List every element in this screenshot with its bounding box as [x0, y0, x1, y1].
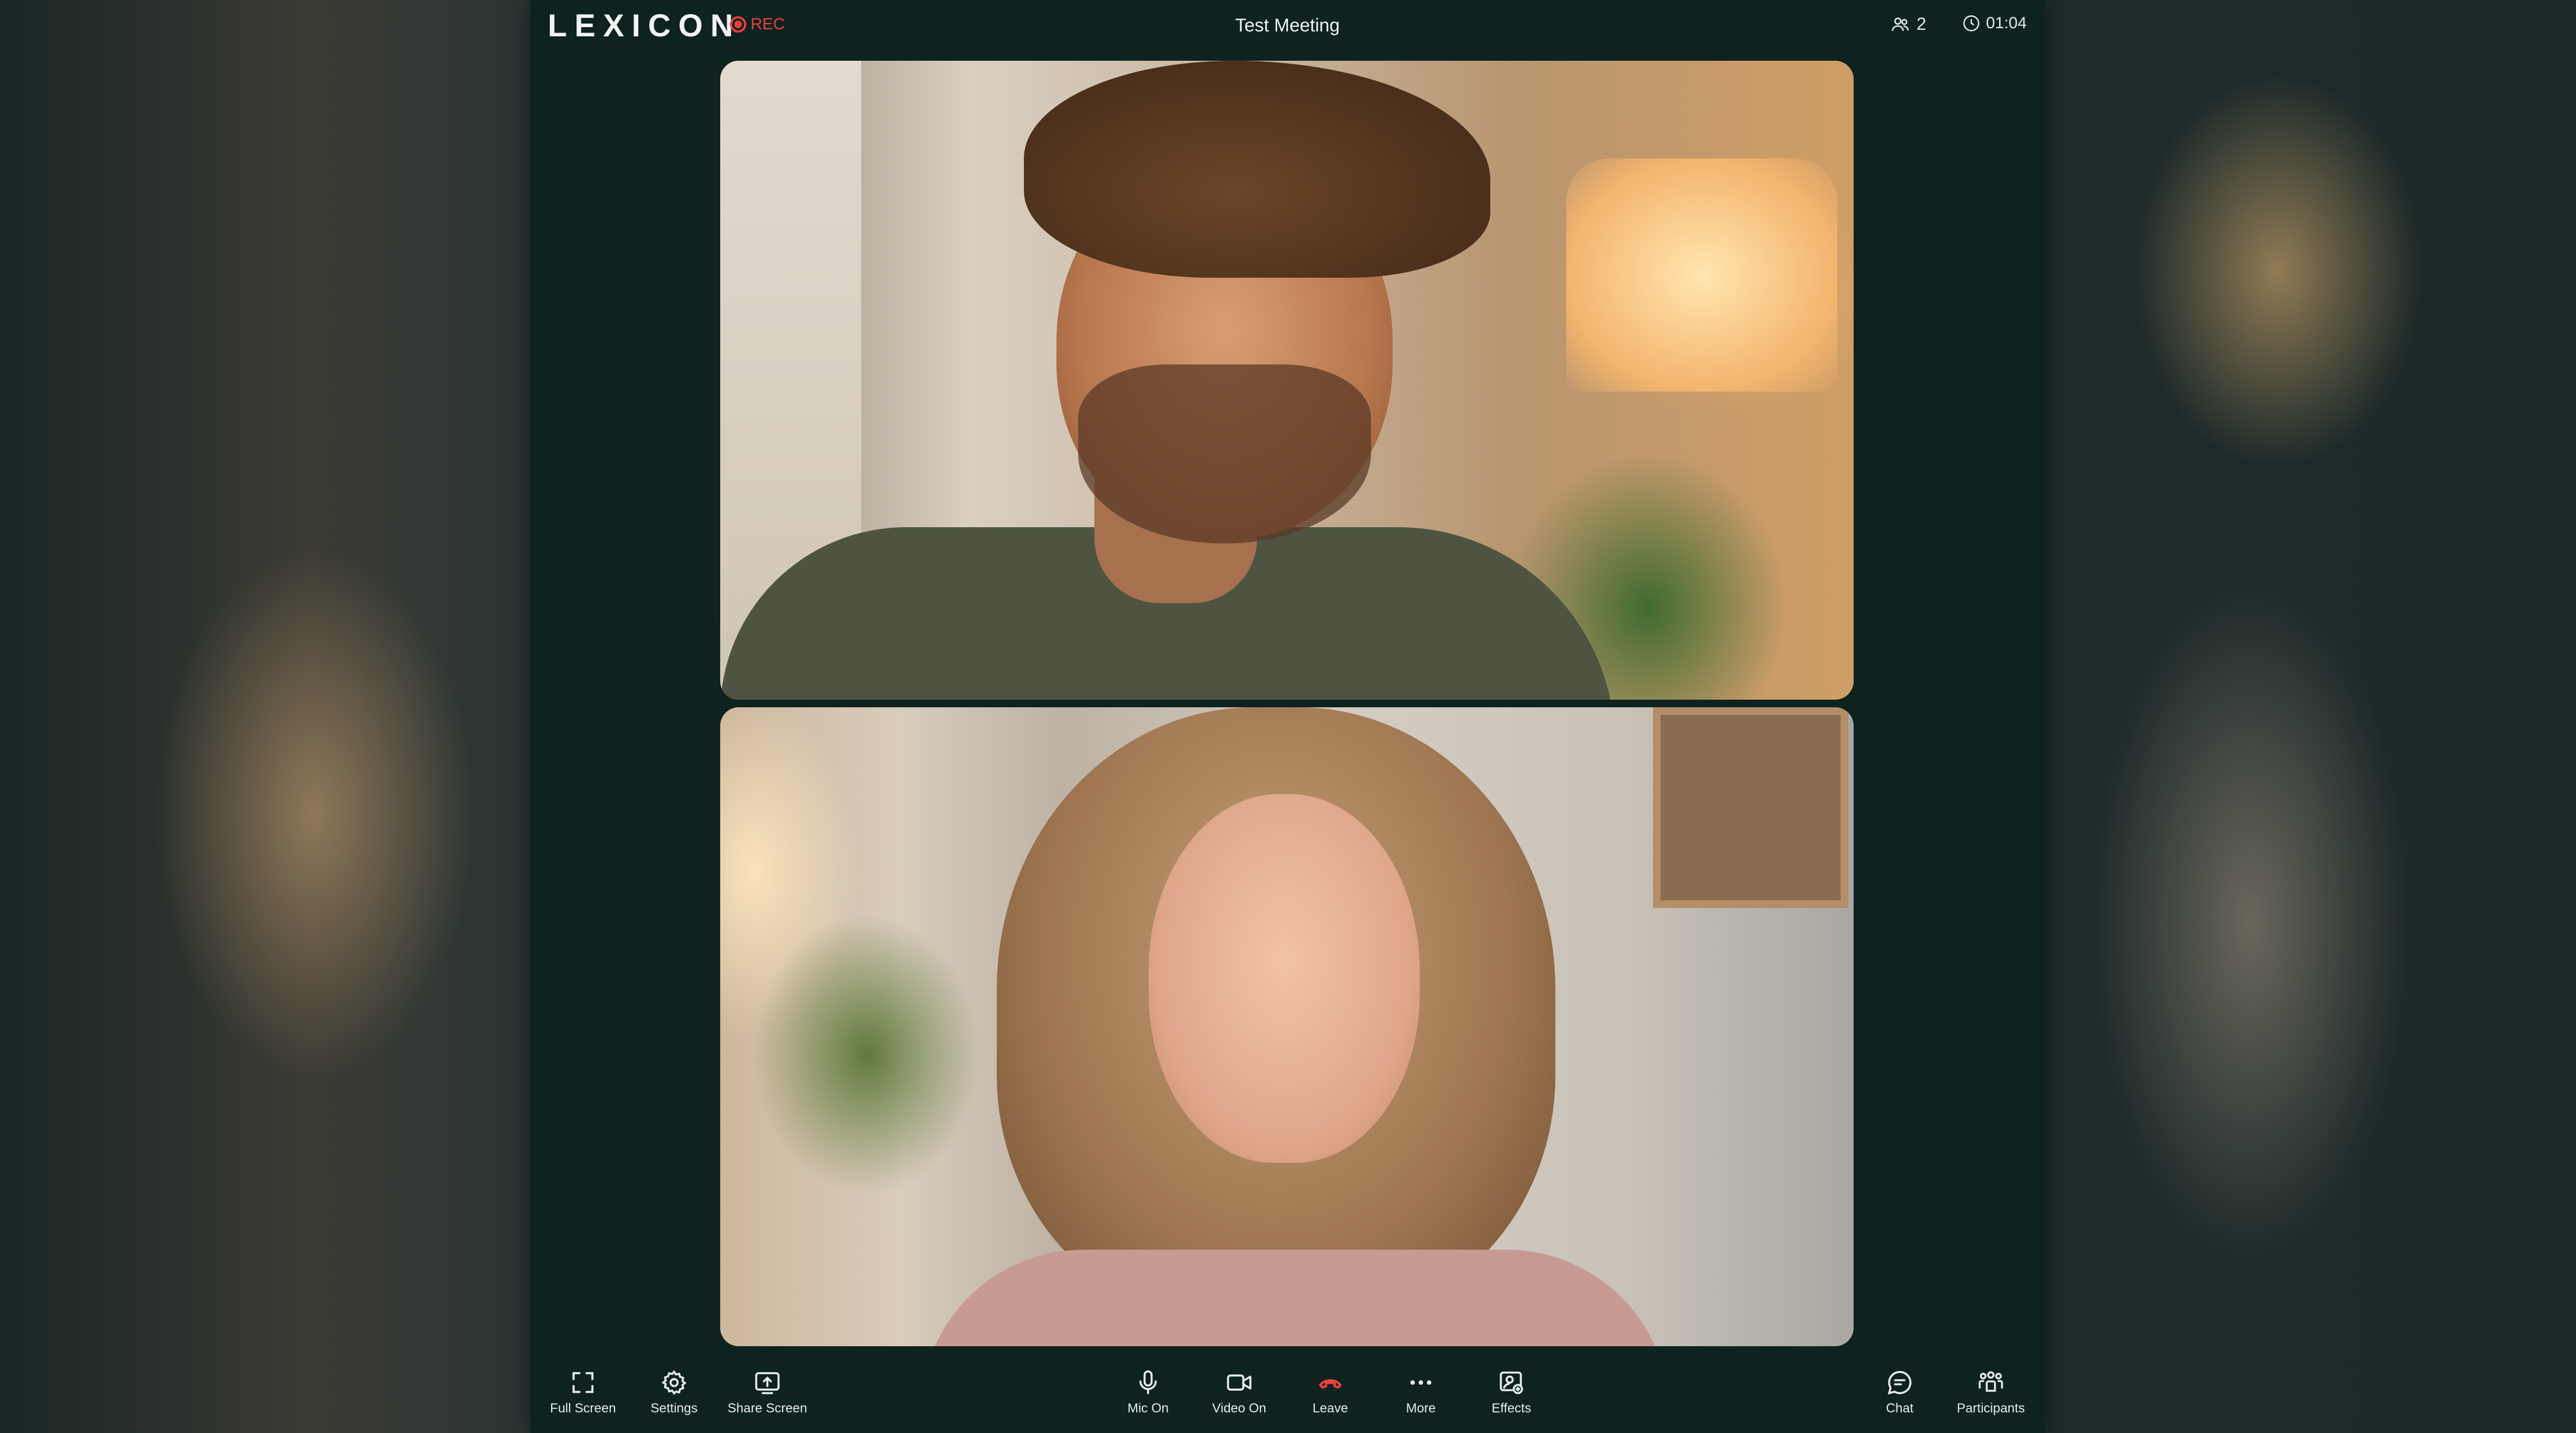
more-button[interactable]: More — [1375, 1368, 1467, 1416]
full-screen-label: Full Screen — [550, 1401, 616, 1416]
participants-button[interactable]: Participants — [1945, 1368, 2037, 1416]
mic-label: Mic On — [1127, 1401, 1169, 1416]
mic-button[interactable]: Mic On — [1102, 1368, 1194, 1416]
participant-video-1[interactable] — [720, 61, 1854, 700]
top-bar: LEXICON REC Test Meeting 2 01:04 — [530, 0, 2045, 52]
picture-frame-backdrop — [1653, 707, 1848, 908]
full-screen-button[interactable]: Full Screen — [537, 1368, 629, 1416]
microphone-icon — [1139, 1370, 1157, 1394]
participant-1-beard — [1078, 364, 1371, 543]
leave-button[interactable]: Leave — [1284, 1368, 1376, 1416]
settings-button[interactable]: Settings — [628, 1368, 720, 1416]
video-button[interactable]: Video On — [1193, 1368, 1285, 1416]
participants-label: Participants — [1957, 1401, 2025, 1416]
chat-label: Chat — [1886, 1401, 1914, 1416]
more-dots-icon — [1410, 1380, 1432, 1385]
video-camera-icon — [1227, 1374, 1252, 1391]
plant-backdrop — [753, 913, 981, 1195]
settings-label: Settings — [650, 1401, 698, 1416]
video-label: Video On — [1212, 1401, 1266, 1416]
leave-label: Leave — [1312, 1401, 1348, 1416]
fullscreen-icon — [572, 1372, 594, 1393]
effects-label: Effects — [1491, 1401, 1531, 1416]
participant-1-hair — [1024, 61, 1490, 278]
meeting-window: LEXICON REC Test Meeting 2 01:04 Full Sc… — [530, 0, 2045, 1433]
participant-count: 2 — [1917, 14, 1926, 34]
elapsed-time: 01:04 — [1986, 14, 2027, 32]
chat-icon — [1887, 1371, 1912, 1395]
meeting-title: Test Meeting — [1235, 15, 1340, 36]
meeting-timer: 01:04 — [1962, 14, 2027, 33]
participant-video-2[interactable] — [720, 707, 1854, 1346]
participants-icon — [1978, 1371, 2003, 1392]
participant-2-face — [1149, 794, 1420, 1163]
more-label: More — [1406, 1401, 1436, 1416]
meeting-toolbar: Full Screen Settings Share Screen Mic On — [530, 1359, 2045, 1433]
effects-button[interactable]: Effects — [1465, 1368, 1558, 1416]
participant-2-shoulders — [921, 1250, 1669, 1346]
share-screen-button[interactable]: Share Screen — [721, 1368, 813, 1416]
share-screen-icon — [755, 1372, 780, 1394]
gear-icon — [661, 1370, 687, 1395]
hang-up-icon — [1318, 1379, 1342, 1389]
chat-button[interactable]: Chat — [1854, 1368, 1946, 1416]
share-screen-label: Share Screen — [727, 1401, 808, 1416]
participant-count-badge[interactable]: 2 — [1891, 14, 1926, 34]
people-icon — [1892, 17, 1909, 31]
lamp-backdrop — [1566, 158, 1837, 392]
effects-icon — [1500, 1371, 1523, 1394]
clock-icon — [1963, 15, 1979, 31]
